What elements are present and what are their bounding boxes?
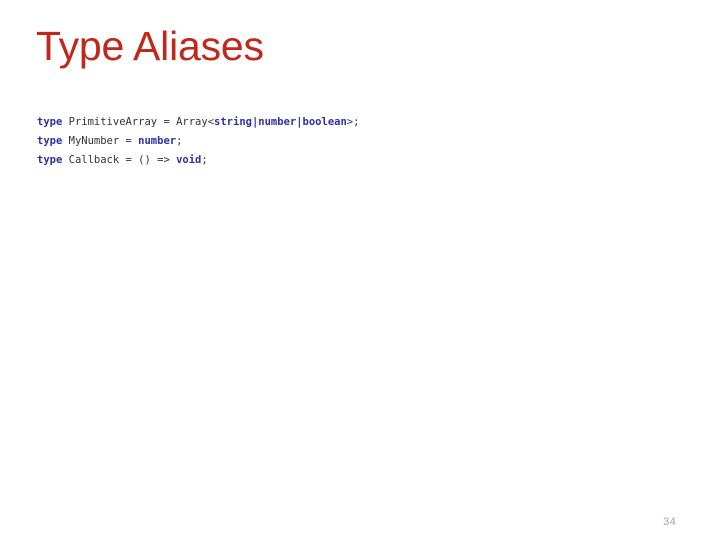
code-token-punct: ;: [176, 135, 183, 147]
code-token-plain: Callback = () =>: [62, 154, 177, 166]
slide: Type Aliases type PrimitiveArray = Array…: [0, 0, 720, 540]
code-token-type: number: [138, 135, 177, 147]
code-token-kw: type: [37, 116, 63, 128]
code-token-type: string|number|boolean: [214, 116, 347, 128]
code-token-type: void: [176, 154, 202, 166]
page-number: 34: [663, 516, 676, 528]
code-line: type PrimitiveArray = Array<string|numbe…: [37, 113, 359, 132]
code-token-kw: type: [37, 135, 63, 147]
code-token-kw: type: [37, 154, 63, 166]
code-token-plain: MyNumber =: [62, 135, 139, 147]
code-line: type Callback = () => void;: [37, 151, 359, 170]
code-token-punct: ;: [201, 154, 208, 166]
code-token-punct: >;: [346, 116, 360, 128]
code-line: type MyNumber = number;: [37, 132, 359, 151]
page-title: Type Aliases: [36, 23, 264, 69]
code-block: type PrimitiveArray = Array<string|numbe…: [37, 113, 359, 170]
code-token-plain: PrimitiveArray = Array: [62, 116, 208, 128]
